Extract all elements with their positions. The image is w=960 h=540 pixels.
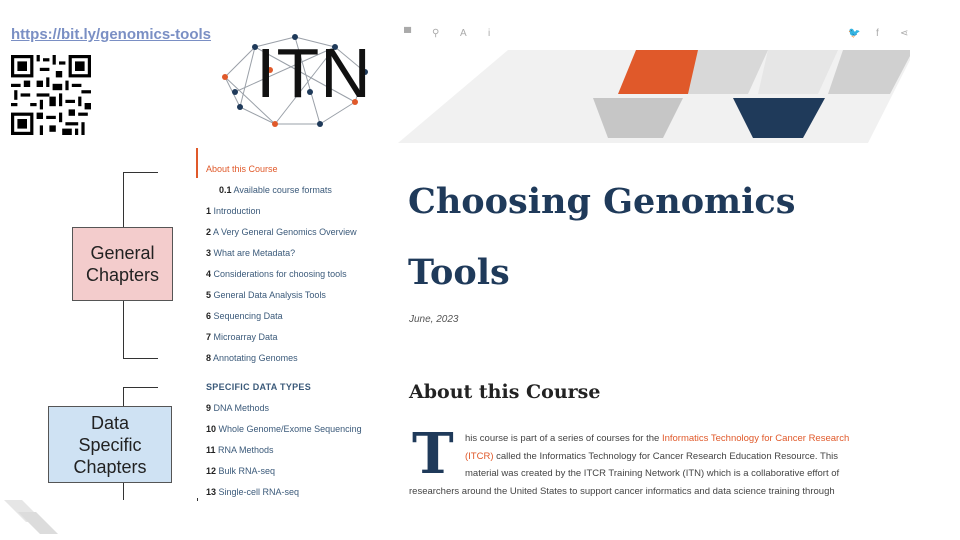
facebook-icon[interactable]: f <box>876 28 879 39</box>
toc-item-sequencing-data[interactable]: 6 Sequencing Data <box>206 311 283 321</box>
itcr-link[interactable]: Informatics Technology for Cancer Resear… <box>662 433 849 444</box>
sidebar-toggle-icon[interactable]: ▀ <box>404 28 411 39</box>
table-of-contents: About this Course 0.1 Available course f… <box>196 148 386 501</box>
toc-item-microarray-data[interactable]: 7 Microarray Data <box>206 332 278 342</box>
general-chapters-callout: General Chapters <box>72 227 173 301</box>
font-icon[interactable]: A <box>460 28 467 39</box>
toc-item-rna-methods[interactable]: 11 RNA Methods <box>206 445 274 455</box>
active-indicator <box>196 148 198 178</box>
info-icon[interactable]: i <box>488 28 490 39</box>
toc-item-dna-methods[interactable]: 9 DNA Methods <box>206 403 269 413</box>
course-banner-graphic <box>398 50 910 143</box>
toc-item-wgs-exome[interactable]: 10 Whole Genome/Exome Sequencing <box>206 424 362 434</box>
toc-item-bulk-rnaseq[interactable]: 12 Bulk RNA-seq <box>206 466 275 476</box>
paragraph-line-4: researchers around the United States to … <box>409 486 835 497</box>
toc-item-general-tools[interactable]: 5 General Data Analysis Tools <box>206 290 326 300</box>
course-link[interactable]: https://bit.ly/genomics-tools <box>11 26 211 43</box>
toc-item-course-formats[interactable]: 0.1 Available course formats <box>219 185 332 195</box>
toc-item-metadata[interactable]: 3 What are Metadata? <box>206 248 295 258</box>
dropcap-letter: T <box>412 421 454 487</box>
publish-date: June, 2023 <box>409 314 459 325</box>
share-icon[interactable]: ⋖ <box>900 28 908 39</box>
twitter-icon[interactable]: 🐦 <box>848 28 860 39</box>
itn-logo-text: ITN <box>256 34 372 112</box>
itcr-acronym-link[interactable]: (ITCR) <box>465 451 494 462</box>
paragraph-line-2: (ITCR) called the Informatics Technology… <box>465 451 838 462</box>
sidebar-edge <box>197 498 198 501</box>
search-icon[interactable]: ⚲ <box>432 28 439 39</box>
qr-code <box>11 55 91 135</box>
toc-item-considerations[interactable]: 4 Considerations for choosing tools <box>206 269 347 279</box>
corner-decoration <box>4 500 58 534</box>
paragraph-line-1: his course is part of a series of course… <box>465 433 850 444</box>
page-title: Choosing Genomics Tools <box>408 166 908 308</box>
title-line-1: Choosing Genomics <box>408 181 796 222</box>
toc-item-genomics-overview[interactable]: 2 A Very General Genomics Overview <box>206 227 357 237</box>
toc-section-header: SPECIFIC DATA TYPES <box>206 382 312 392</box>
toc-item-annotating-genomes[interactable]: 8 Annotating Genomes <box>206 353 298 363</box>
title-line-2: Tools <box>408 252 510 293</box>
paragraph-line-3: material was created by the ITCR Trainin… <box>465 468 840 479</box>
data-specific-chapters-callout: Data Specific Chapters <box>48 406 172 483</box>
toc-item-introduction[interactable]: 1 Introduction <box>206 206 261 216</box>
toc-item-about[interactable]: About this Course <box>206 164 278 174</box>
section-title: About this Course <box>409 381 601 403</box>
toc-item-single-cell-rnaseq[interactable]: 13 Single-cell RNA-seq <box>206 487 299 497</box>
